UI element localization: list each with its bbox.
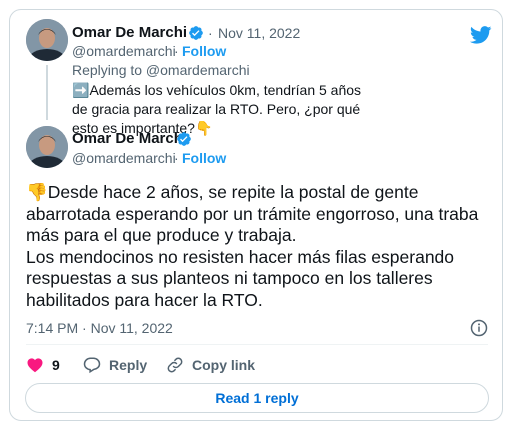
info-icon[interactable]	[470, 319, 488, 337]
follow-button[interactable]: Follow	[182, 150, 226, 166]
reply-bubble-icon	[83, 357, 101, 374]
main-tweet-paragraph: 👎Desde hace 2 años, se repite la postal …	[26, 182, 486, 247]
tweet-date[interactable]: Nov 11, 2022	[218, 25, 300, 41]
point-down-emoji: 👇	[194, 120, 213, 136]
like-button[interactable]: 9	[26, 356, 60, 374]
separator-dot: ·	[208, 25, 213, 41]
author-name[interactable]: Omar De Marchi	[72, 24, 187, 41]
reply-label: Reply	[109, 357, 148, 373]
verified-badge-icon	[189, 26, 203, 40]
author-name[interactable]: Omar De Marchi	[72, 130, 187, 147]
heart-icon	[27, 358, 43, 373]
separator-dot: ·	[174, 43, 179, 59]
divider	[26, 344, 488, 345]
avatar[interactable]	[26, 19, 68, 61]
copy-link-label: Copy link	[192, 357, 256, 373]
thread-line	[46, 65, 48, 120]
tweet-card: Omar De Marchi · Nov 11, 2022 @omardemar…	[9, 9, 503, 421]
avatar-image	[26, 19, 68, 61]
author-handle[interactable]: @omardemarchi	[72, 43, 176, 59]
main-tweet-paragraph-1: Desde hace 2 años, se repite la postal d…	[26, 182, 479, 245]
verified-badge-icon	[177, 132, 191, 146]
author-handle[interactable]: @omardemarchi	[72, 150, 176, 166]
separator-dot: ·	[174, 150, 179, 166]
reply-button[interactable]: Reply	[83, 356, 147, 374]
avatar-image	[26, 126, 68, 168]
tweet-timestamp[interactable]: 7:14 PM · Nov 11, 2022	[26, 320, 173, 336]
read-replies-label: Read 1 reply	[215, 390, 299, 406]
follow-button[interactable]: Follow	[182, 43, 226, 59]
arrow-right-emoji: ➡️	[72, 82, 90, 98]
thumbs-down-emoji: 👎	[26, 182, 48, 202]
twitter-logo-icon[interactable]	[470, 26, 492, 44]
main-tweet-paragraph-2: Los mendocinos no resisten hacer más fil…	[26, 246, 455, 310]
link-icon	[167, 357, 183, 373]
copy-link-button[interactable]: Copy link	[166, 356, 255, 374]
reply-tweet-body: Además los vehículos 0km, tendrían 5 año…	[72, 82, 362, 136]
replying-to[interactable]: Replying to @omardemarchi	[72, 62, 250, 78]
main-tweet-text: 👎Desde hace 2 años, se repite la postal …	[26, 182, 486, 311]
read-replies-button[interactable]: Read 1 reply	[25, 383, 489, 413]
like-count: 9	[52, 357, 60, 373]
avatar[interactable]	[26, 126, 68, 168]
